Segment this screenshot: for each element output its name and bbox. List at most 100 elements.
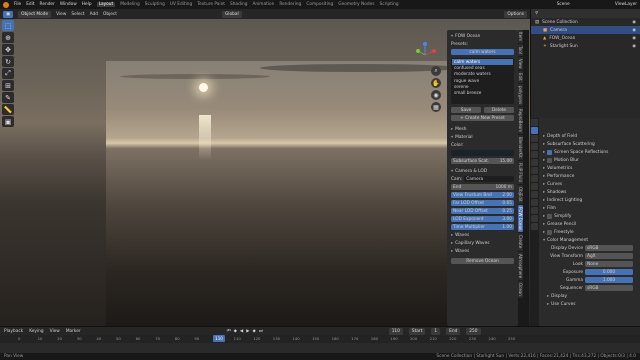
properties-panel-row[interactable]: ▸ Motion Blur	[531, 156, 640, 164]
outliner-item[interactable]: ■ Camera ◉	[531, 26, 640, 34]
annotate-tool-icon[interactable]: ✎	[2, 92, 14, 103]
chevron-right-icon[interactable]: ▸	[547, 294, 549, 299]
sidebar-tab[interactable]: Item	[518, 30, 523, 44]
scene-selector[interactable]: Scene	[557, 2, 570, 7]
cm-field[interactable]: AgX	[585, 253, 633, 259]
chevron-right-icon[interactable]: ▸	[543, 230, 545, 235]
mode-dropdown[interactable]: Object Mode	[18, 10, 52, 18]
material-subpanel[interactable]: Material	[455, 135, 472, 140]
timeline-ruler[interactable]: 0102030405060708090100110120130140150160…	[0, 335, 640, 343]
properties-panel-row[interactable]: ▸ Volumetrics	[531, 164, 640, 172]
checkbox[interactable]	[547, 149, 553, 155]
lod-field[interactable]: Far LOD Offset 0.65	[451, 200, 514, 206]
lod-field[interactable]: Near LOD Offset 0.25	[451, 208, 514, 214]
move-tool-icon[interactable]: ✥	[2, 44, 14, 55]
sidebar-tab[interactable]: ReproBeam	[518, 107, 523, 135]
outliner-item[interactable]: ▲ FOW_Ocean ◉	[531, 34, 640, 42]
save-preset-button[interactable]: Save	[451, 107, 481, 113]
menu-keying[interactable]: Keying	[29, 329, 43, 334]
next-key-icon[interactable]: ◆	[253, 329, 256, 334]
menu-edit[interactable]: Edit	[26, 2, 34, 7]
chevron-right-icon[interactable]: ▸	[543, 190, 545, 195]
remove-ocean-button[interactable]: Remove Ocean	[451, 258, 514, 264]
waves-subpanel[interactable]: Waves	[455, 233, 469, 238]
mesh-subpanel[interactable]: Mesh	[455, 127, 466, 132]
cm-field[interactable]: None	[585, 261, 633, 267]
menu-render[interactable]: Render	[40, 2, 55, 7]
chevron-down-icon[interactable]: ▾	[451, 169, 453, 174]
foam-subpanel[interactable]: Waves	[455, 249, 469, 254]
chevron-right-icon[interactable]: ▸	[451, 241, 453, 246]
properties-panel-row[interactable]: ▾ Color Management	[531, 236, 640, 244]
end-field[interactable]: End 1000 m	[451, 184, 514, 190]
editor-type-icon[interactable]: ▣	[3, 10, 14, 18]
properties-subpanel[interactable]: ▸ Display	[531, 292, 640, 300]
lod-field[interactable]: Time Multiplier 1.00	[451, 224, 514, 230]
preset-dropdown[interactable]: calm waters	[451, 49, 514, 55]
color-swatch[interactable]	[451, 150, 514, 156]
properties-tab-icon[interactable]	[531, 127, 538, 134]
menu-view[interactable]: View	[56, 12, 66, 17]
cm-field[interactable]: 0.000	[585, 269, 633, 275]
perspective-grid-icon[interactable]: ▦	[431, 102, 441, 112]
properties-tab-icon[interactable]	[531, 143, 538, 150]
properties-tab-icon[interactable]	[531, 207, 538, 214]
pan-hand-icon[interactable]: ✋	[431, 78, 441, 88]
properties-tab-icon[interactable]	[531, 223, 538, 230]
play-icon[interactable]: ▶	[246, 329, 249, 334]
jump-end-icon[interactable]: ⏭	[259, 329, 263, 334]
camera-view-icon[interactable]: ◉	[431, 90, 441, 100]
blender-logo-icon[interactable]	[3, 1, 9, 8]
select-box-tool-icon[interactable]: ⬚	[2, 20, 14, 31]
chevron-right-icon[interactable]: ▸	[543, 150, 545, 155]
sidebar-tab[interactable]: ObjEdit	[518, 185, 523, 204]
eye-icon[interactable]: ◉	[632, 36, 636, 41]
transform-tool-icon[interactable]: ⊞	[2, 80, 14, 91]
properties-tab-icon[interactable]	[531, 167, 538, 174]
workspace-tab-layout[interactable]: Layout	[96, 2, 116, 7]
eye-icon[interactable]: ◉	[632, 28, 636, 33]
properties-tab-icon[interactable]	[531, 135, 538, 142]
menu-object[interactable]: Object	[103, 12, 117, 17]
eye-icon[interactable]: ◉	[632, 44, 636, 49]
start-frame-field[interactable]: 1	[431, 327, 441, 335]
properties-panel-row[interactable]: ▸ Freestyle	[531, 228, 640, 236]
workspace-tab-animation[interactable]: Animation	[252, 2, 274, 7]
lod-field[interactable]: View Frustum Bnd 2.00	[451, 192, 514, 198]
cm-field[interactable]: sRGB	[585, 245, 633, 251]
chevron-right-icon[interactable]: ▸	[451, 249, 453, 254]
sidebar-tab[interactable]: Ocean	[518, 280, 523, 298]
camera-lod-subpanel[interactable]: Camera & LOD	[455, 169, 487, 174]
properties-panel-row[interactable]: ▸ Indirect Lighting	[531, 196, 640, 204]
menu-window[interactable]: Window	[60, 2, 77, 7]
properties-panel-row[interactable]: ▸ Screen Space Reflections	[531, 148, 640, 156]
chevron-right-icon[interactable]: ▸	[543, 166, 545, 171]
properties-tab-icon[interactable]	[531, 191, 538, 198]
workspace-tab-compositing[interactable]: Compositing	[306, 2, 333, 7]
menu-help[interactable]: Help	[82, 2, 92, 7]
properties-tab-icon[interactable]	[531, 215, 538, 222]
properties-tab-icon[interactable]	[531, 199, 538, 206]
cursor-tool-icon[interactable]: ⊕	[2, 32, 14, 43]
menu-file[interactable]: File	[14, 2, 21, 7]
preset-list[interactable]: calm waters confused seas moderate water…	[451, 58, 514, 104]
workspace-tab-geometry-nodes[interactable]: Geometry Nodes	[338, 2, 374, 7]
prev-key-icon[interactable]: ◆	[234, 329, 237, 334]
chevron-right-icon[interactable]: ▸	[543, 214, 545, 219]
chevron-right-icon[interactable]: ▸	[543, 174, 545, 179]
chevron-down-icon[interactable]: ▾	[543, 238, 545, 243]
workspace-tab-shading[interactable]: Shading	[230, 2, 247, 7]
chevron-down-icon[interactable]: ▾	[451, 34, 453, 39]
subsurface-field[interactable]: Subsurface Scat. 15.00	[451, 158, 514, 164]
checkbox[interactable]	[547, 229, 553, 235]
sidebar-tab[interactable]: Atmosphere	[518, 251, 523, 280]
sidebar-tab[interactable]: Tool	[518, 44, 523, 56]
add-cube-tool-icon[interactable]: ▣	[2, 116, 14, 127]
workspace-tab-rendering[interactable]: Rendering	[279, 2, 301, 7]
capillary-waves-subpanel[interactable]: Capillary Waves	[455, 241, 489, 246]
playhead[interactable]: 110	[213, 335, 225, 342]
properties-panel-row[interactable]: ▸ Performance	[531, 172, 640, 180]
properties-tab-icon[interactable]	[531, 175, 538, 182]
sidebar-tab[interactable]: View	[518, 56, 523, 71]
properties-tab-icon[interactable]	[531, 159, 538, 166]
